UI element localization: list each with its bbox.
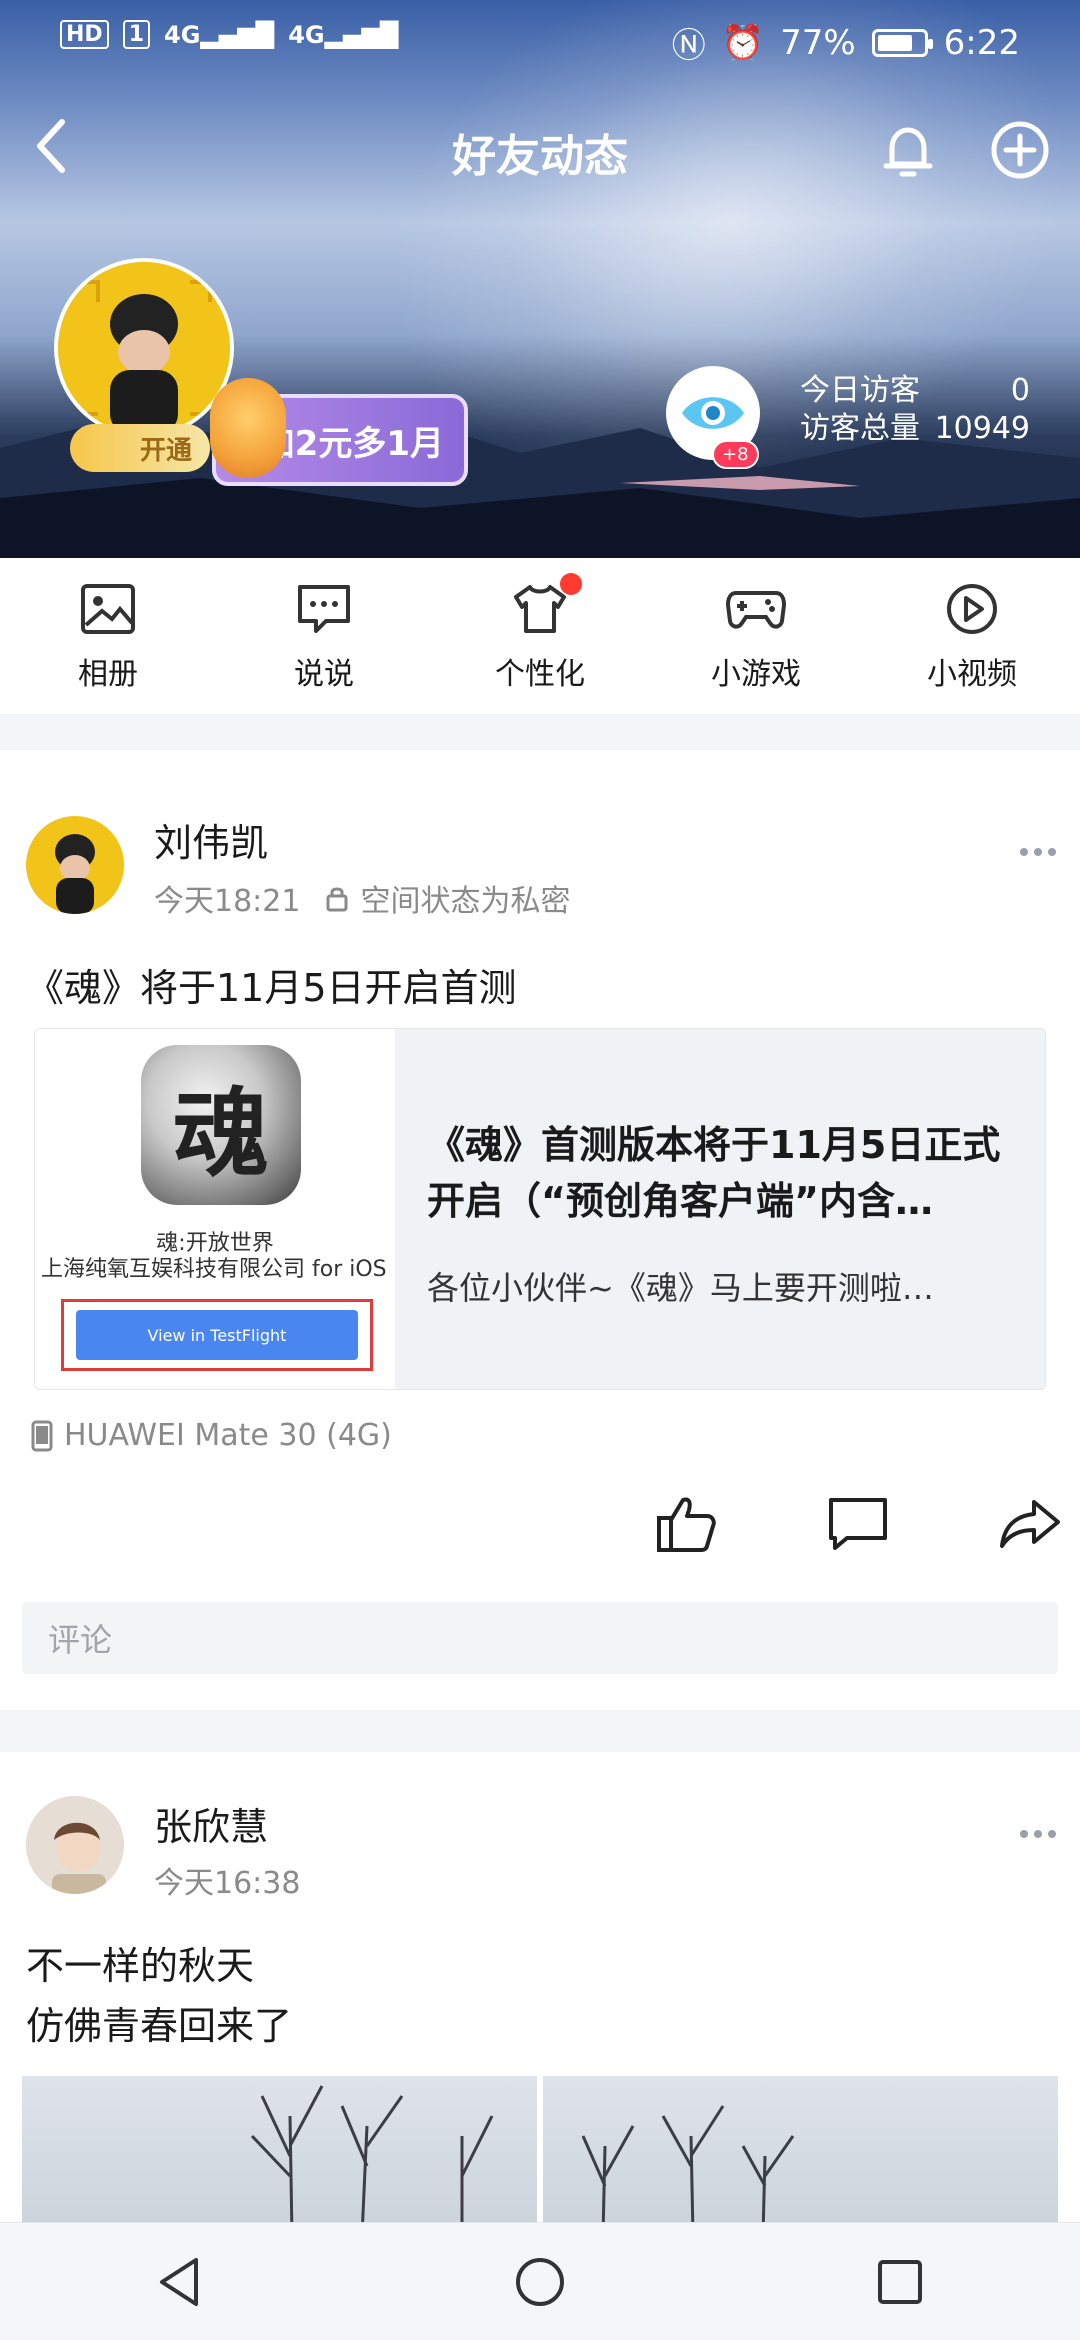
shared-title: 《魂》首测版本将于11月5日正式开启（“预创角客户端”内含… [427, 1123, 1001, 1223]
battery-icon [871, 28, 933, 57]
system-nav-bar [0, 2222, 1080, 2340]
post-time: 今天18:21 [154, 884, 301, 919]
app-icon: 魂 [141, 1045, 301, 1205]
nav-back-button[interactable] [120, 2232, 240, 2332]
device-info: HUAWEI Mate 30 (4G) [30, 1418, 392, 1453]
comment-input[interactable]: 评论 [22, 1602, 1058, 1674]
plus-circle-icon [991, 121, 1049, 179]
quick-item-label: 个性化 [495, 657, 585, 692]
tree-branches [250, 2085, 494, 2236]
nav-recents-button[interactable] [840, 2232, 960, 2332]
quick-item-video[interactable]: 小视频 [882, 579, 1062, 693]
photo-grid [22, 2076, 1058, 2236]
comment-button[interactable] [826, 1492, 890, 1556]
new-badge-dot [560, 573, 582, 595]
square-recents-icon [878, 2259, 922, 2304]
vip-open-badge[interactable]: 开通 [70, 424, 210, 472]
highlight-frame: View in TestFlight [61, 1299, 373, 1371]
circle-home-icon [516, 2257, 564, 2306]
post-avatar[interactable] [26, 1796, 124, 1894]
post-meta: 今天18:21 空间状态为私密 [154, 876, 570, 920]
notification-button[interactable] [876, 118, 940, 182]
eye-icon [682, 397, 744, 429]
more-options-button[interactable] [1018, 1824, 1058, 1844]
post-text: 不一样的秋天 仿佛青春回来了 [26, 1936, 292, 2056]
nfc-icon: Ⓝ [671, 26, 706, 66]
alarm-icon: ⏰ [721, 22, 765, 63]
quick-item-games[interactable]: 小游戏 [666, 579, 846, 693]
shared-description: 各位小伙伴~《魂》马上要开测啦… [427, 1269, 934, 1307]
comment-icon [829, 1498, 887, 1550]
feed-post: 张欣慧 今天16:38 不一样的秋天 仿佛青春回来了 [0, 1752, 1080, 2236]
photo-album-icon [78, 579, 138, 639]
phone-icon [31, 1420, 53, 1451]
post-actions [654, 1492, 1062, 1556]
signal-icon-2: 4G▂▄▆█ [288, 20, 399, 49]
battery-percent: 77% [780, 22, 856, 63]
quick-item-label: 小游戏 [711, 657, 801, 692]
mascot-icon [210, 378, 286, 478]
message-icon [294, 579, 354, 639]
add-button[interactable] [988, 118, 1052, 182]
shared-preview: 魂 魂:开放世界 上海纯氧互娱科技有限公司 for iOS View in Te… [35, 1029, 395, 1389]
vip-label: 开通 [139, 435, 192, 466]
avatar-figure [58, 262, 230, 434]
privacy-status: 空间状态为私密 [360, 884, 571, 919]
post-avatar[interactable] [26, 816, 124, 914]
visitors-today-label: 今日访客 [800, 373, 920, 408]
top-bar: 好友动态 [0, 100, 1080, 200]
video-play-icon [942, 579, 1002, 639]
app-developer: 上海纯氧互娱科技有限公司 for iOS [41, 1257, 387, 1282]
status-bar: HD 1 4G▂▄▆█ 4G▂▄▆█ Ⓝ ⏰ 77% 6:22 [0, 0, 1080, 80]
triangle-back-icon [160, 2257, 198, 2306]
visitor-stats[interactable]: 今日访客 0 访客总量 10949 [800, 372, 1030, 448]
clock: 6:22 [943, 22, 1020, 63]
bell-icon [883, 127, 933, 177]
post-meta: 今天16:38 [154, 1858, 300, 1902]
quick-item-album[interactable]: 相册 [18, 579, 198, 693]
like-button[interactable] [654, 1492, 718, 1556]
post-author[interactable]: 张欣慧 [154, 1796, 268, 1851]
quick-item-label: 相册 [78, 657, 138, 692]
device-name: HUAWEI Mate 30 (4G) [64, 1418, 392, 1453]
user-avatar[interactable] [54, 258, 234, 438]
header-banner: HD 1 4G▂▄▆█ 4G▂▄▆█ Ⓝ ⏰ 77% 6:22 好友动态 开通 … [0, 0, 1080, 558]
post-photo[interactable] [543, 2076, 1058, 2236]
promo-text: 加2元多1月 [260, 423, 444, 464]
quick-item-shuoshuo[interactable]: 说说 [234, 579, 414, 693]
quick-item-label: 说说 [294, 657, 354, 692]
feed-post: 刘伟凯 今天18:21 空间状态为私密 《魂》将于11月5日开启首测 魂 魂:开… [0, 750, 1080, 1710]
share-arrow-icon [1000, 1500, 1060, 1548]
more-options-button[interactable] [1018, 842, 1058, 862]
post-text-line: 仿佛青春回来了 [26, 2004, 293, 2048]
hd-indicator: HD [60, 20, 109, 49]
post-time: 今天16:38 [154, 1866, 301, 1901]
post-author[interactable]: 刘伟凯 [154, 812, 268, 867]
visitor-badge: +8 [712, 440, 759, 469]
share-button[interactable] [998, 1492, 1062, 1556]
lock-icon [326, 887, 348, 912]
nav-home-button[interactable] [480, 2232, 600, 2332]
post-text: 《魂》将于11月5日开启首测 [26, 966, 517, 1010]
visitors-total-label: 访客总量 [800, 411, 920, 446]
post-photo[interactable] [22, 2076, 537, 2236]
post-text-line: 不一样的秋天 [26, 1944, 255, 1988]
tree-branches [581, 2105, 795, 2236]
gamepad-icon [726, 579, 786, 639]
visitors-today-value: 0 [1010, 373, 1030, 408]
avatar-figure [26, 816, 124, 914]
quick-item-personalize[interactable]: 个性化 [450, 573, 630, 693]
avatar-photo [26, 1796, 124, 1894]
sim-indicator: 1 [122, 20, 150, 49]
visitors-total-value: 10949 [934, 411, 1030, 446]
promo-banner[interactable]: 加2元多1月 [210, 378, 468, 486]
quick-menu: 相册 说说 个性化 小游戏 小视频 [0, 558, 1080, 714]
quick-item-label: 小视频 [927, 657, 1017, 692]
thumbs-up-icon [657, 1497, 716, 1552]
testflight-button: View in TestFlight [76, 1310, 358, 1360]
signal-icon-1: 4G▂▄▆█ [164, 20, 275, 49]
shared-link-card[interactable]: 魂 魂:开放世界 上海纯氧互娱科技有限公司 for iOS View in Te… [34, 1028, 1046, 1390]
